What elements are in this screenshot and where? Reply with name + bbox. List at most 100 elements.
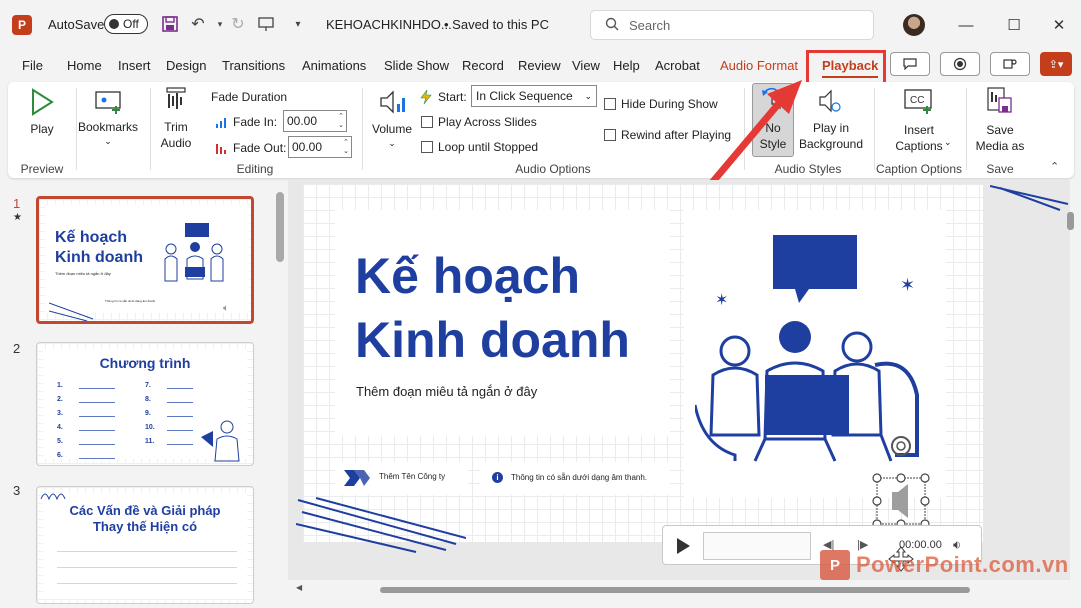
svg-text:✶: ✶	[715, 290, 728, 309]
undo-icon[interactable]: ↶	[188, 14, 208, 34]
comments-button[interactable]	[890, 52, 930, 76]
tab-record[interactable]: Record	[462, 58, 504, 73]
group-separator	[874, 88, 875, 170]
slide-thumbnail-3[interactable]: Các Vấn đề và Giải pháp Thay thế Hiện có	[36, 486, 254, 604]
tab-design[interactable]: Design	[166, 58, 206, 73]
slide-panel-scrollbar[interactable]	[276, 192, 284, 602]
present-icon[interactable]	[256, 14, 276, 34]
minimize-icon[interactable]: —	[951, 10, 981, 40]
close-icon[interactable]: ✕	[1044, 10, 1074, 40]
group-label-captions: Caption Options	[875, 162, 963, 176]
spin-arrows-icon: ⌃ ⌄	[338, 113, 344, 129]
fade-out-icon	[216, 144, 226, 154]
chevron-down-icon: ⌄	[944, 137, 952, 147]
group-separator	[150, 88, 151, 170]
horizontal-scrollbar[interactable]: ◀	[296, 583, 1068, 595]
hide-during-show-checkbox[interactable]	[604, 98, 616, 110]
vertical-scrollbar[interactable]	[1066, 186, 1076, 580]
avatar[interactable]	[903, 14, 925, 36]
agenda-num: 11.	[145, 438, 155, 445]
lightning-icon	[420, 89, 432, 105]
customize-toolbar-icon[interactable]: ▾	[288, 14, 308, 34]
rewind-checkbox[interactable]	[604, 129, 616, 141]
thumb-title-line-2: Thay thế Hiện có	[92, 519, 198, 534]
tab-home[interactable]: Home	[67, 58, 102, 73]
watermark: P PowerPoint.com.vn	[820, 550, 1069, 580]
save-icon[interactable]	[160, 14, 180, 34]
tab-acrobat[interactable]: Acrobat	[655, 58, 700, 73]
loop-checkbox[interactable]	[421, 141, 433, 153]
play-icon[interactable]	[675, 537, 691, 555]
share-button[interactable]: ⇪▾	[1040, 52, 1072, 76]
search-input[interactable]: Search	[590, 10, 874, 40]
trim-audio-label-1[interactable]: Trim	[154, 120, 198, 135]
group-label-audio-options: Audio Options	[515, 162, 591, 176]
fade-in-stepper[interactable]: 00.00 ⌃ ⌄	[283, 110, 347, 132]
maximize-icon[interactable]: ☐	[999, 10, 1029, 40]
start-dropdown[interactable]: In Click Sequence ⌄	[471, 85, 597, 107]
slide-number-2: 2	[13, 341, 21, 356]
record-button[interactable]	[940, 52, 980, 76]
save-media-label-1[interactable]: Save	[970, 123, 1030, 138]
highlight-box	[806, 50, 886, 86]
collapse-ribbon-icon[interactable]: ⌃	[1050, 160, 1059, 173]
thumb-title: Chương trình	[99, 355, 191, 371]
tab-file[interactable]: File	[22, 58, 43, 73]
agenda-num: 10.	[145, 424, 155, 431]
agenda-lines-right	[167, 383, 193, 447]
autosave-label: AutoSave	[48, 17, 105, 32]
toggle-knob	[109, 19, 119, 29]
start-value: In Click Sequence	[476, 89, 573, 103]
insert-captions-label-1[interactable]: Insert	[884, 123, 954, 138]
group-separator	[966, 88, 967, 170]
volume-button[interactable]: Volume	[368, 122, 416, 137]
tab-help[interactable]: Help	[613, 58, 640, 73]
autosave-state: Off	[123, 17, 139, 31]
bookmark-icon	[95, 91, 121, 114]
agenda-num: 6.	[57, 452, 63, 459]
chevron-down-icon: ⌄	[584, 90, 592, 101]
tab-slide-show[interactable]: Slide Show	[384, 58, 449, 73]
scroll-thumb[interactable]	[1067, 212, 1074, 230]
fade-out-stepper[interactable]: 00.00 ⌃ ⌄	[288, 136, 352, 158]
play-across-slides-checkbox[interactable]	[421, 116, 433, 128]
table-lines	[57, 543, 237, 597]
scroll-left-icon[interactable]: ◀	[296, 583, 302, 592]
play-button[interactable]: Play	[28, 122, 56, 137]
tab-view[interactable]: View	[572, 58, 600, 73]
slide-thumbnail-1[interactable]: Kế hoạch Kinh doanh Thêm đoạn miêu tả ng…	[36, 196, 254, 324]
slide-number-3: 3	[13, 483, 21, 498]
fade-out-value: 00.00	[292, 140, 323, 154]
save-media-icon	[987, 87, 1012, 113]
tab-transitions[interactable]: Transitions	[222, 58, 285, 73]
scroll-thumb[interactable]	[380, 587, 970, 593]
megaphone-person-illustration	[201, 420, 240, 462]
bookmarks-button[interactable]: Bookmarks	[76, 120, 140, 135]
captions-icon: CC	[904, 89, 932, 114]
group-label-preview: Preview	[20, 162, 64, 176]
agenda-lines-left	[79, 383, 115, 461]
tab-insert[interactable]: Insert	[118, 58, 151, 73]
agenda-num: 5.	[57, 438, 63, 445]
trim-audio-icon	[166, 87, 186, 109]
audio-icon-selection[interactable]	[872, 432, 932, 528]
redo-icon[interactable]: ↻	[228, 14, 248, 34]
slide-thumbnail-2[interactable]: Chương trình 1. 2. 3. 4. 5. 6. 7. 8. 9. …	[36, 342, 254, 466]
speaker-icon: 🔈︎	[223, 303, 229, 314]
scroll-thumb[interactable]	[276, 192, 284, 262]
loop-label: Loop until Stopped	[438, 140, 539, 154]
audio-progress-bar[interactable]	[703, 532, 811, 560]
save-media-label-2[interactable]: Media as	[970, 139, 1030, 154]
tab-audio-format[interactable]: Audio Format	[720, 58, 798, 73]
agenda-numbers-right: 7. 8. 9. 10. 11.	[145, 379, 155, 449]
play-in-background-icon	[819, 89, 841, 113]
agenda-num: 1.	[57, 382, 63, 389]
tab-animations[interactable]: Animations	[302, 58, 366, 73]
play-across-slides-label: Play Across Slides	[438, 115, 537, 129]
undo-dropdown-icon[interactable]: ▾	[210, 14, 230, 34]
present-teams-button[interactable]	[990, 52, 1030, 76]
agenda-num: 3.	[57, 410, 63, 417]
autosave-toggle[interactable]: Off	[104, 14, 148, 34]
tab-review[interactable]: Review	[518, 58, 561, 73]
trim-audio-label-2[interactable]: Audio	[154, 136, 198, 151]
